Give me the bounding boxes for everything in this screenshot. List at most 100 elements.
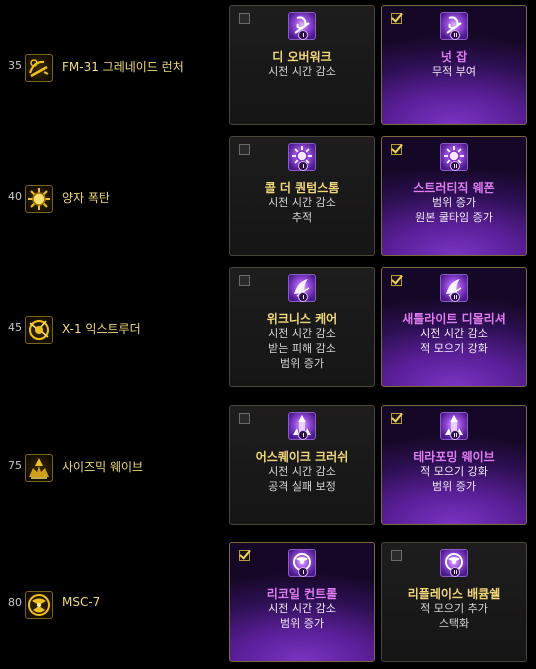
spiral-rune-icon [288,12,316,40]
rune-numeral-icon [298,161,308,171]
rune-effect: 시전 시간 감소 [268,327,336,340]
rune-card[interactable]: 리코일 컨트롤 시전 시간 감소범위 증가 [229,542,375,662]
rune-effect: 추적 [291,211,313,224]
rune-effects: 무적 부여 [382,64,526,79]
rune-effects: 적 모으기 추가스택화 [382,601,526,631]
rune-checkbox[interactable] [391,272,403,286]
skill-name: MSC-7 [62,595,101,609]
rune-effect: 원본 쿨타임 증가 [415,211,493,224]
rune-effect: 받는 피해 감소 [268,342,336,355]
rune-card[interactable]: 위크니스 케어 시전 시간 감소받는 피해 감소범위 증가 [229,267,375,387]
rune-effects: 범위 증가원본 쿨타임 증가 [382,195,526,225]
rune-checkbox[interactable] [391,410,403,424]
rune-title: 디 오버워크 [272,50,332,64]
rune-effect: 시전 시간 감소 [268,602,336,615]
skill-name: 사이즈믹 웨이브 [62,460,144,474]
rune-title: 리코일 컨트롤 [266,587,338,601]
rune-effect: 범위 증가 [280,617,324,630]
rune-numeral-icon [298,30,308,40]
grenade-launcher-icon [25,54,53,82]
rune-checkbox[interactable] [239,413,250,424]
rune-numeral-icon [450,30,460,40]
rune-effect: 시전 시간 감소 [268,465,336,478]
rune-checkbox[interactable] [239,13,250,24]
rune-card[interactable]: 콜 더 퀀텀스톰 시전 시간 감소추적 [229,136,375,256]
rune-card[interactable]: 어스퀘이크 크러쉬 시전 시간 감소 공격 실패 보정 [229,405,375,525]
skill-name: FM-31 그레네이드 런처 [62,60,184,74]
check-icon [391,141,403,154]
skill-level: 75 [8,459,22,472]
check-icon [239,547,251,560]
rune-title: 위크니스 케어 [266,312,338,326]
rune-checkbox[interactable] [239,144,250,155]
spiral-rune-icon [440,12,468,40]
rune-effect: 스택화 [438,617,470,630]
check-icon [391,272,403,285]
rune-effects: 시전 시간 감소받는 피해 감소범위 증가 [230,326,374,371]
skill-level: 40 [8,190,22,203]
rune-checkbox[interactable] [391,550,402,561]
rune-effects: 시전 시간 감소공격 실패 보정 [230,464,374,494]
rune-title: 콜 더 퀀텀스톰 [264,181,340,195]
skill-name: X-1 익스트루더 [62,322,141,336]
rune-title: 새틀라이트 디몰리셔 [402,312,506,326]
rune-effects: 시전 시간 감소 [230,64,374,79]
rune-effect: 범위 증가 [432,480,476,493]
seismic-wave-icon [25,454,53,482]
skill-level: 35 [8,59,22,72]
check-icon [391,410,403,423]
rune-card[interactable]: 테라포밍 웨이브 적 모으기 강화범위 증가 [381,405,527,525]
check-icon [391,10,403,23]
rune-checkbox[interactable] [391,141,403,155]
rune-effect: 적 모으기 추가 [420,602,488,615]
rune-numeral-icon [298,292,308,302]
rune-checkbox[interactable] [239,547,251,561]
rune-effect: 공격 실패 보정 [268,480,336,493]
x1-extruder-icon [25,316,53,344]
orb-rune-icon [288,549,316,577]
rune-numeral-icon [450,430,460,440]
skill-row: 80 MSC-7 리코일 컨트롤 시전 시간 감소범위 증가 리플레이스 배큠쉘… [0,542,536,666]
sun-rune-icon [288,143,316,171]
skill-row: 45 X-1 익스트루더 위크니스 케어 시전 시간 감소받는 피해 감소범위 … [0,267,536,391]
skill-row: 40 양자 폭탄 콜 더 퀀텀스톰 시전 시간 감소추적 스트러티직 웨폰 범위… [0,136,536,260]
quantum-bomb-icon [25,185,53,213]
rune-card[interactable]: 디 오버워크 시전 시간 감소 [229,5,375,125]
orb-rune-icon [440,549,468,577]
rune-card[interactable]: 넛 잡 무적 부여 [381,5,527,125]
rune-title: 스트러티직 웨폰 [413,181,495,195]
msc7-icon [25,591,53,619]
sun-rune-icon [440,143,468,171]
rune-card[interactable]: 리플레이스 배큠쉘 적 모으기 추가스택화 [381,542,527,662]
rune-numeral-icon [450,292,460,302]
rune-checkbox[interactable] [391,10,403,24]
rune-card[interactable]: 스트러티직 웨폰 범위 증가원본 쿨타임 증가 [381,136,527,256]
rune-title: 넛 잡 [440,50,468,64]
claw-rune-icon [288,274,316,302]
rune-numeral-icon [298,430,308,440]
skill-level: 80 [8,596,22,609]
rune-numeral-icon [298,567,308,577]
rune-effect: 시전 시간 감소 [268,196,336,209]
rune-effects: 시전 시간 감소적 모으기 강화 [382,326,526,356]
rune-title: 리플레이스 배큠쉘 [407,587,501,601]
rune-numeral-icon [450,567,460,577]
skill-row: 35 FM-31 그레네이드 런처 디 오버워크 시전 시간 감소 넛 잡 무적… [0,5,536,129]
rune-effect: 범위 증가 [280,357,324,370]
rune-effect: 적 모으기 강화 [420,465,488,478]
rune-effect: 적 모으기 강화 [420,342,488,355]
skill-level: 45 [8,321,22,334]
pillar-rune-icon [288,412,316,440]
rune-checkbox[interactable] [239,275,250,286]
skill-name: 양자 폭탄 [62,191,110,205]
rune-numeral-icon [450,161,460,171]
rune-card[interactable]: 새틀라이트 디몰리셔 시전 시간 감소적 모으기 강화 [381,267,527,387]
rune-effects: 시전 시간 감소범위 증가 [230,601,374,631]
rune-effects: 적 모으기 강화범위 증가 [382,464,526,494]
rune-title: 테라포밍 웨이브 [413,450,495,464]
rune-effect: 범위 증가 [432,196,476,209]
rune-effect: 시전 시간 감소 [420,327,488,340]
claw-rune-icon [440,274,468,302]
pillar-rune-icon [440,412,468,440]
rune-effect: 무적 부여 [432,65,476,78]
